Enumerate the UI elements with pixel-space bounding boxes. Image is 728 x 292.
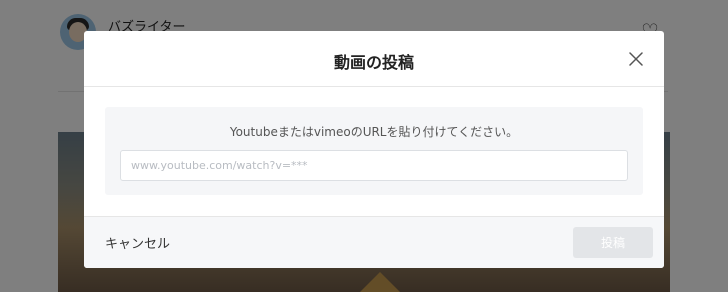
cancel-button[interactable]: キャンセル bbox=[105, 233, 170, 252]
close-icon bbox=[629, 52, 643, 66]
video-post-modal: 動画の投稿 Youtubeまたはvimeo​のURLを貼り付けてください。 キャ… bbox=[84, 31, 664, 268]
modal-header: 動画の投稿 bbox=[84, 31, 664, 87]
modal-title: 動画の投稿 bbox=[333, 53, 414, 72]
url-input-panel: Youtubeまたはvimeo​のURLを貼り付けてください。 bbox=[105, 107, 643, 195]
modal-footer: キャンセル 投稿 bbox=[84, 216, 664, 268]
modal-body: Youtubeまたはvimeo​のURLを貼り付けてください。 bbox=[84, 87, 664, 216]
close-button[interactable] bbox=[626, 49, 646, 69]
instruction-text: Youtubeまたはvimeo​のURLを貼り付けてください。 bbox=[229, 125, 519, 139]
video-url-input[interactable] bbox=[120, 150, 628, 181]
submit-button[interactable]: 投稿 bbox=[573, 227, 653, 258]
